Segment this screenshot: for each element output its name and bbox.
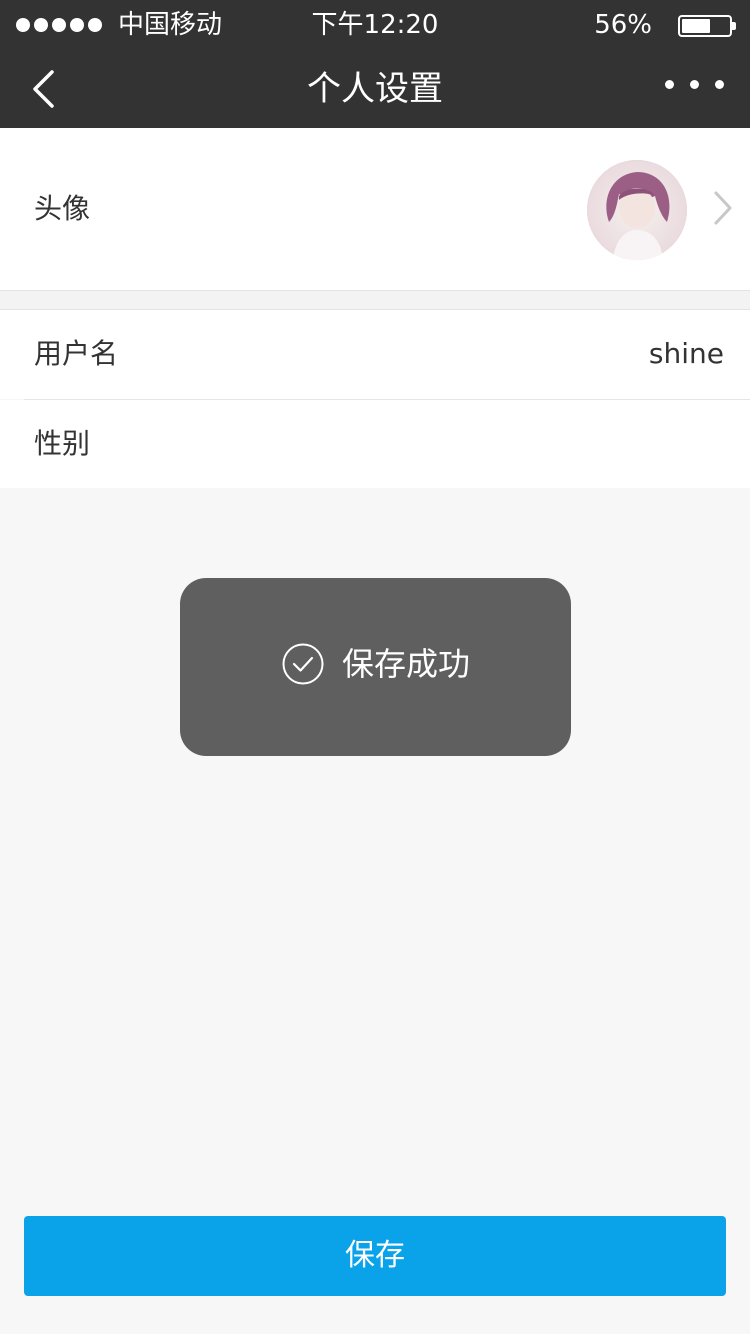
avatar-image [587,160,687,260]
more-options-button[interactable] [665,80,724,89]
gender-label: 性别 [34,427,91,460]
check-circle-icon [282,643,324,685]
battery-icon [678,15,736,37]
navigation-bar: 个人设置 [0,50,750,128]
success-toast: 保存成功 [180,578,571,756]
username-row[interactable]: 用户名 shine [0,310,750,399]
avatar-row[interactable]: 头像 [0,128,750,290]
save-button[interactable]: 保存 [24,1216,726,1296]
avatar[interactable] [587,160,687,260]
gender-row[interactable]: 性别 [0,400,750,488]
status-bar: 中国移动 下午12:20 56% [0,0,750,50]
battery-percentage: 56% [594,10,652,40]
section-divider [0,290,750,310]
toast-message: 保存成功 [342,645,471,683]
chevron-right-icon [714,191,732,225]
avatar-label: 头像 [34,192,91,225]
more-dots-icon [665,80,674,89]
username-value: shine [648,337,724,370]
page-title: 个人设置 [307,69,443,109]
username-label: 用户名 [34,337,119,370]
